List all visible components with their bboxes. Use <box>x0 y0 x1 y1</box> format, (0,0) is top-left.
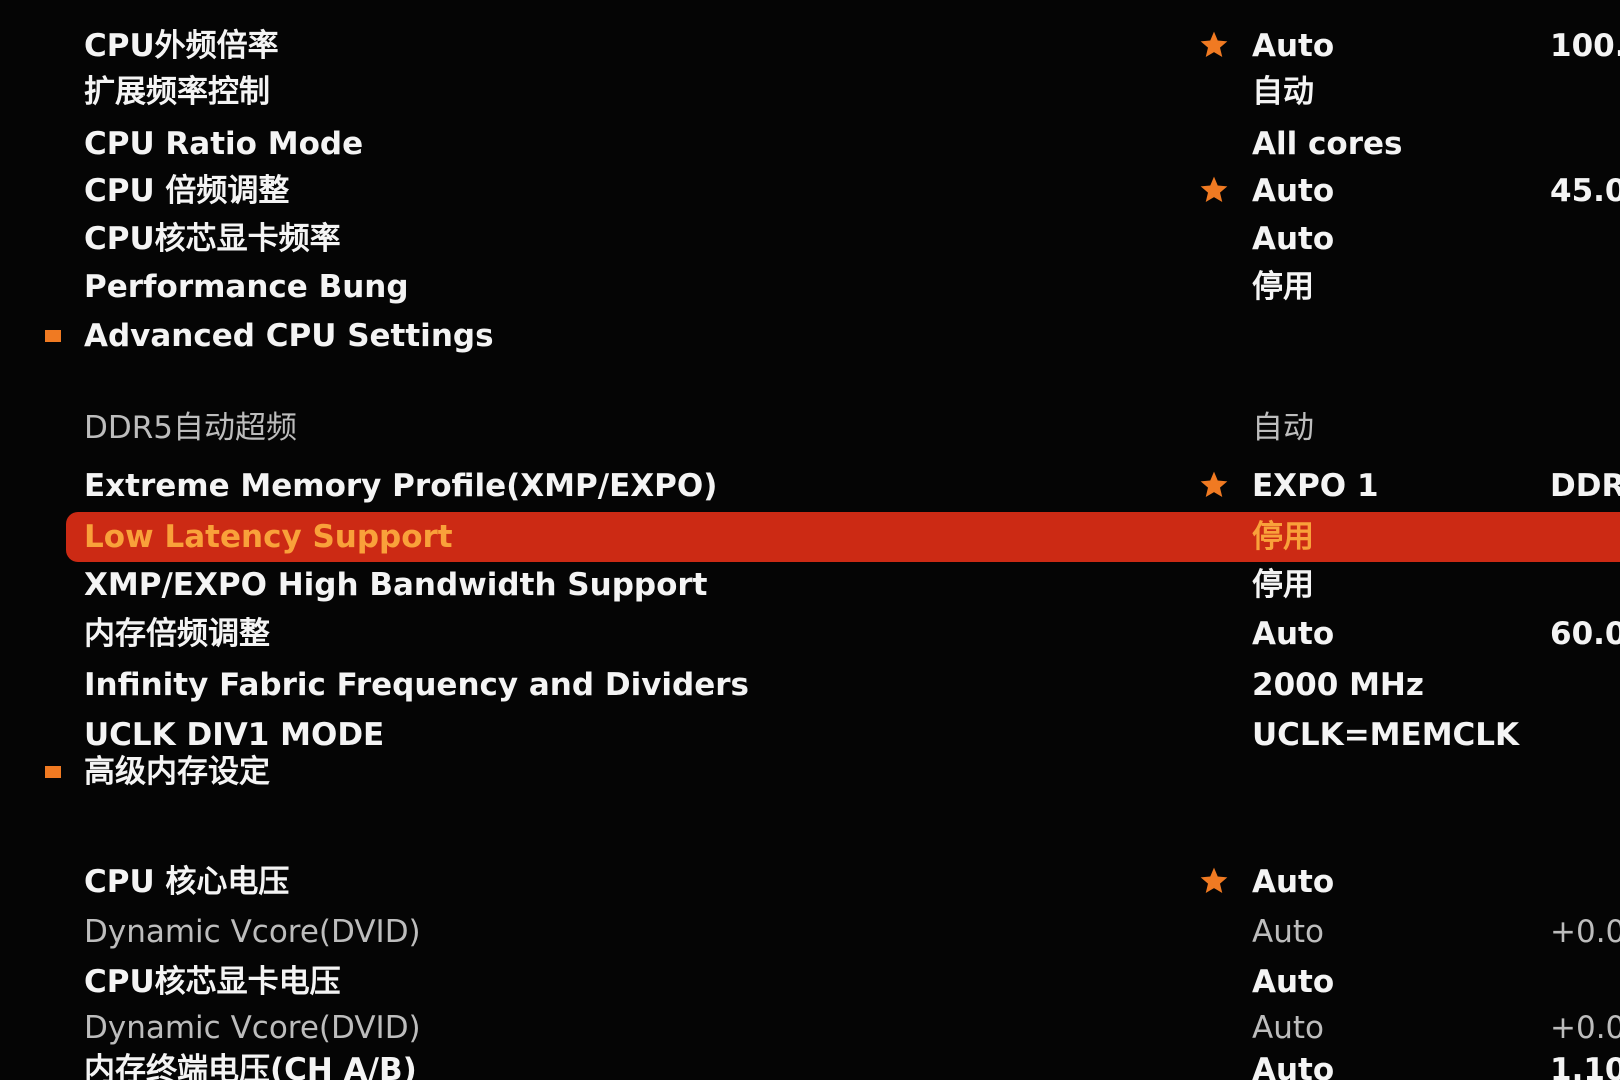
setting-label: CPU 倍频调整 <box>84 173 290 209</box>
setting-row-dynamic-vcore-2[interactable]: Dynamic Vcore(DVID) Auto +0.0 <box>0 1004 1620 1052</box>
setting-extra-value: 45.0 <box>1550 173 1620 209</box>
setting-row-ddr5-auto-oc[interactable]: DDR5自动超频 自动 <box>0 404 1620 452</box>
setting-extra-value: +0.0 <box>1550 914 1620 950</box>
setting-value[interactable]: 停用 <box>1252 513 1314 561</box>
setting-extra-value: +0.0 <box>1550 1010 1620 1046</box>
setting-label: DDR5自动超频 <box>84 410 298 446</box>
setting-label: CPU核芯显卡频率 <box>84 221 341 257</box>
setting-label: Performance Bung <box>84 269 409 305</box>
setting-extra-value: 100. <box>1550 28 1620 64</box>
setting-row-cpu-ratio-mode[interactable]: CPU Ratio Mode All cores <box>0 120 1620 168</box>
setting-row-ext-freq-control[interactable]: 扩展频率控制 自动 <box>0 68 1620 116</box>
star-icon <box>1200 867 1228 893</box>
setting-label: 高级内存设定 <box>84 754 270 790</box>
setting-value[interactable]: 自动 <box>1252 68 1314 116</box>
submenu-advanced-cpu-settings[interactable]: Advanced CPU Settings <box>0 312 1620 360</box>
setting-value[interactable]: Auto <box>1252 167 1334 215</box>
setting-value[interactable]: EXPO 1 <box>1252 462 1379 510</box>
setting-value[interactable]: 停用 <box>1252 263 1314 311</box>
setting-label: CPU Ratio Mode <box>84 126 364 162</box>
star-icon <box>1200 31 1228 57</box>
submenu-bullet-icon <box>45 330 61 342</box>
setting-value[interactable]: Auto <box>1252 908 1324 956</box>
setting-label: Advanced CPU Settings <box>84 318 494 354</box>
setting-row-cpu-bclk[interactable]: CPU外频倍率 Auto 100. <box>0 22 1620 70</box>
setting-label: 扩展频率控制 <box>84 74 270 110</box>
setting-value[interactable]: Auto <box>1252 1046 1334 1080</box>
setting-label: XMP/EXPO High Bandwidth Support <box>84 567 708 603</box>
setting-row-cpu-core-voltage[interactable]: CPU 核心电压 Auto <box>0 858 1620 906</box>
setting-label: Infinity Fabric Frequency and Dividers <box>84 667 750 703</box>
setting-label: Extreme Memory Profile(XMP/EXPO) <box>84 468 718 504</box>
setting-row-memory-ratio[interactable]: 内存倍频调整 Auto 60.0 <box>0 610 1620 658</box>
setting-extra-value: DDR <box>1550 468 1620 504</box>
setting-label: Dynamic Vcore(DVID) <box>84 914 421 950</box>
star-icon <box>1200 471 1228 497</box>
setting-label: CPU 核心电压 <box>84 864 290 900</box>
setting-label: CPU外频倍率 <box>84 28 279 64</box>
setting-row-igpu-freq[interactable]: CPU核芯显卡频率 Auto <box>0 215 1620 263</box>
setting-label: 内存倍频调整 <box>84 616 270 652</box>
setting-row-cpu-ratio[interactable]: CPU 倍频调整 Auto 45.0 <box>0 167 1620 215</box>
setting-row-memory-term-voltage[interactable]: 内存终端电压(CH A/B) Auto 1.10 <box>0 1046 1620 1080</box>
setting-row-infinity-fabric[interactable]: Infinity Fabric Frequency and Dividers 2… <box>0 661 1620 709</box>
setting-row-high-bandwidth-support[interactable]: XMP/EXPO High Bandwidth Support 停用 <box>0 561 1620 609</box>
setting-label: 内存终端电压(CH A/B) <box>84 1052 417 1080</box>
setting-row-xmp-expo[interactable]: Extreme Memory Profile(XMP/EXPO) EXPO 1 … <box>0 462 1620 510</box>
setting-value[interactable]: 2000 MHz <box>1252 661 1424 709</box>
setting-value[interactable]: 自动 <box>1252 404 1314 452</box>
setting-row-igpu-voltage[interactable]: CPU核芯显卡电压 Auto <box>0 958 1620 1006</box>
submenu-advanced-memory-settings[interactable]: 高级内存设定 <box>0 748 1620 796</box>
setting-value[interactable]: All cores <box>1252 120 1402 168</box>
setting-label: CPU核芯显卡电压 <box>84 964 341 1000</box>
setting-extra-value: 1.10 <box>1550 1052 1620 1080</box>
setting-label: Dynamic Vcore(DVID) <box>84 1010 421 1046</box>
setting-value[interactable]: Auto <box>1252 1004 1324 1052</box>
setting-value[interactable]: Auto <box>1252 215 1334 263</box>
star-icon <box>1200 176 1228 202</box>
setting-label: Low Latency Support <box>84 519 453 555</box>
setting-value[interactable]: Auto <box>1252 858 1334 906</box>
setting-row-low-latency-support[interactable]: Low Latency Support 停用 <box>0 513 1620 561</box>
setting-value[interactable]: Auto <box>1252 958 1334 1006</box>
setting-extra-value: 60.0 <box>1550 616 1620 652</box>
setting-value[interactable]: Auto <box>1252 610 1334 658</box>
setting-value[interactable]: 停用 <box>1252 561 1314 609</box>
setting-row-performance-bung[interactable]: Performance Bung 停用 <box>0 263 1620 311</box>
setting-row-dynamic-vcore-1[interactable]: Dynamic Vcore(DVID) Auto +0.0 <box>0 908 1620 956</box>
setting-value[interactable]: Auto <box>1252 22 1334 70</box>
submenu-bullet-icon <box>45 766 61 778</box>
